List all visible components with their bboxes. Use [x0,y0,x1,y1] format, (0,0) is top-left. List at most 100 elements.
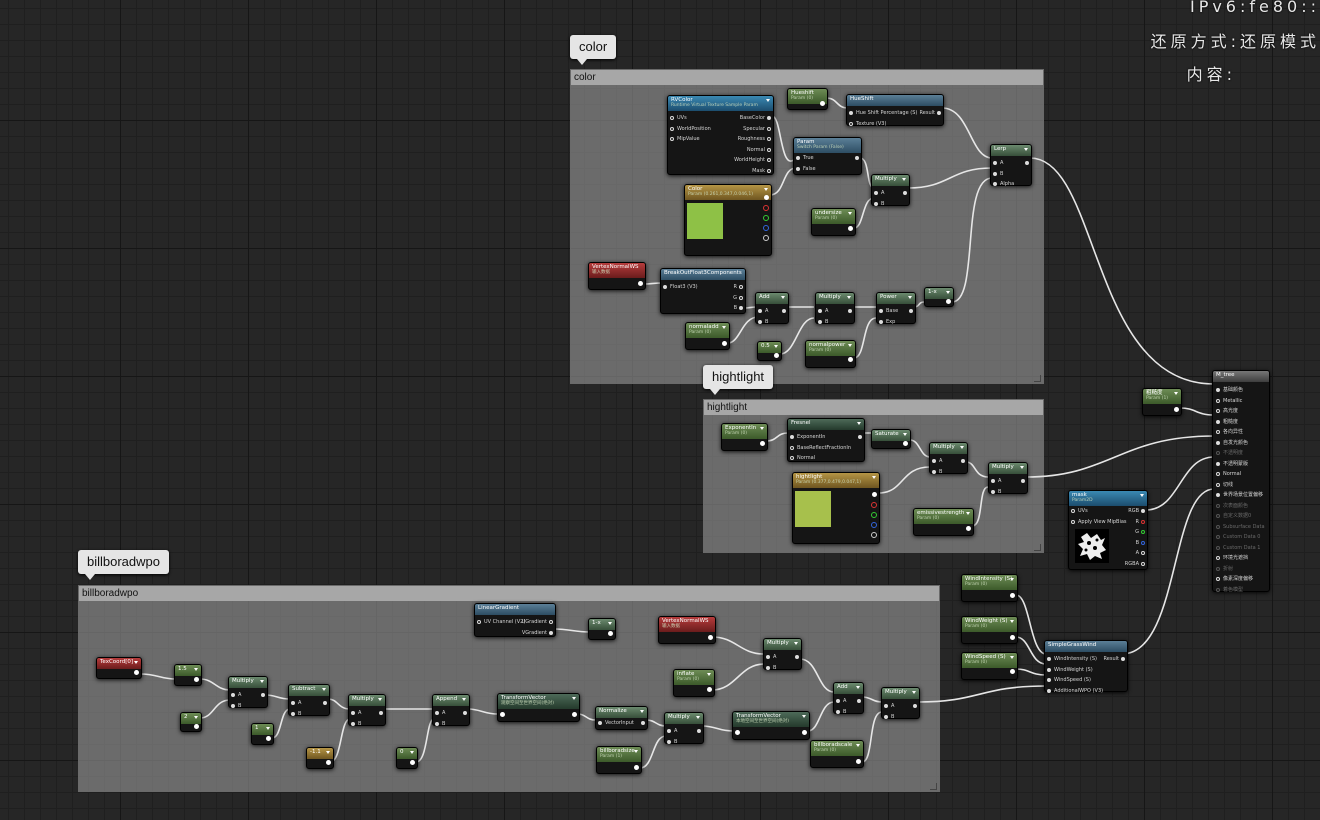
resize-grip[interactable] [1034,544,1041,551]
material-input-pin[interactable]: Subsurface Data [1213,522,1269,533]
hightlight-color-param-node[interactable]: hightlight Param (0.377,0.479,0.047,1) [792,472,880,544]
constant-node[interactable]: -1.1 [306,747,334,769]
pin-circle-icon[interactable] [1216,535,1220,539]
fresnel-node[interactable]: Fresnel ExponentIn BaseReflectFractionIn… [787,418,865,462]
resize-grip[interactable] [930,783,937,790]
chevron-down-icon[interactable] [946,291,950,294]
pin-circle-icon[interactable] [1216,472,1220,476]
constant-node[interactable]: 0.5 [757,341,782,361]
transformvector-node[interactable]: TransformVector 本地空间至世界空间(绝对) [732,711,810,740]
chevron-down-icon[interactable] [903,433,907,436]
chevron-down-icon[interactable] [794,642,798,645]
multiply-node[interactable]: Multiply AB [988,462,1028,495]
chevron-down-icon[interactable] [1010,620,1014,623]
chevron-down-icon[interactable] [872,476,876,479]
material-input-pin[interactable]: Custom Data 0 [1213,532,1269,543]
chevron-down-icon[interactable] [1024,148,1028,151]
add-node[interactable]: Add AB [755,292,789,325]
append-node[interactable]: Append AB [432,694,470,727]
material-input-pin[interactable]: 自发光颜色 [1213,438,1269,449]
material-input-pin[interactable]: Custom Data 1 [1213,543,1269,554]
chevron-down-icon[interactable] [707,673,711,676]
resize-grip[interactable] [1034,375,1041,382]
material-input-pin[interactable]: 粗糙度 [1213,417,1269,428]
chevron-down-icon[interactable] [1140,494,1144,497]
pin-circle-icon[interactable] [1216,398,1220,403]
chevron-down-icon[interactable] [960,446,964,449]
chevron-down-icon[interactable] [722,326,726,329]
material-input-pin[interactable]: 环境光遮挡 [1213,553,1269,564]
normalpower-param-node[interactable]: normalpower Param (0) [805,340,856,368]
material-input-pin[interactable]: 自定义数据0 [1213,511,1269,522]
chevron-down-icon[interactable] [260,680,264,683]
material-input-pin[interactable]: 高光度 [1213,406,1269,417]
chevron-down-icon[interactable] [781,296,785,299]
material-input-pin[interactable]: 像素深度偏移 [1213,574,1269,585]
chevron-down-icon[interactable] [378,698,382,701]
multiply-node[interactable]: Multiply AB [348,694,386,727]
material-input-pin[interactable]: 各向异性 [1213,427,1269,438]
material-input-pin[interactable]: 不透明度 [1213,448,1269,459]
chevron-down-icon[interactable] [326,751,330,754]
material-input-pin[interactable]: 着色模型 [1213,585,1269,596]
constant-node[interactable]: 0 [396,747,418,769]
pin-circle-icon[interactable] [1216,388,1220,392]
lineargradient-node[interactable]: LinearGradient UV Channel (V2) UGradient … [474,603,556,637]
transformvector-node[interactable]: TransformVector 观察空间至世界空间(绝对) [497,693,580,722]
chevron-down-icon[interactable] [322,688,326,691]
comment-bubble-billboradwpo[interactable]: billboradwpo [78,550,169,580]
pin-circle-icon[interactable] [1216,545,1220,550]
material-input-pin[interactable]: 切线 [1213,480,1269,491]
comment-box-color[interactable]: color [570,69,1044,384]
chevron-down-icon[interactable] [194,668,198,671]
vertex-normal-node[interactable]: VertexNormalWS 输入数据 [658,616,716,644]
chevron-down-icon[interactable] [966,512,970,515]
pin-circle-icon[interactable] [1216,493,1220,497]
pin-circle-icon[interactable] [1216,587,1220,592]
material-input-pin[interactable]: Normal [1213,469,1269,480]
multiply-node[interactable]: Multiply AB [763,638,802,671]
pin-circle-icon[interactable] [1216,440,1220,445]
chevron-down-icon[interactable] [848,344,852,347]
chevron-down-icon[interactable] [774,345,778,348]
multiply-node[interactable]: Multiply AB [881,687,920,720]
chevron-down-icon[interactable] [764,188,768,191]
mask-texture-node[interactable]: mask Param2D UVs RGB Apply View MipBias R G… [1068,490,1148,570]
pin-circle-icon[interactable] [1216,514,1220,518]
power-node[interactable]: Power Base Exp [876,292,916,325]
constant-node[interactable]: 1 [251,723,274,745]
chevron-down-icon[interactable] [696,716,700,719]
vertex-normal-node[interactable]: VertexNormalWS 输入数据 [588,262,646,290]
pin-circle-icon[interactable] [1216,503,1220,508]
pin-circle-icon[interactable] [1216,556,1220,560]
one-minus-node[interactable]: 1-x [924,287,954,307]
material-input-pin[interactable]: 不透明蒙版 [1213,459,1269,470]
inflate-param-node[interactable]: inflate Param (0) [673,669,715,697]
undersize-param-node[interactable]: undersize Param (0) [811,208,856,236]
chevron-down-icon[interactable] [760,427,764,430]
chevron-down-icon[interactable] [857,422,861,425]
normalize-node[interactable]: Normalize VectorInput [595,706,648,730]
multiply-node[interactable]: Multiply AB [929,442,968,475]
multiply-node[interactable]: Multiply AB [228,676,268,709]
billboradsize-param-node[interactable]: billboradsize Param (1) [596,746,642,774]
chevron-down-icon[interactable] [856,686,860,689]
chevron-down-icon[interactable] [848,212,852,215]
material-input-pin[interactable]: 世界场景位置偏移 [1213,490,1269,501]
pin-circle-icon[interactable] [1216,524,1220,529]
multiply-node[interactable]: Multiply AB [815,292,855,325]
hueshift-node[interactable]: HueShift Hue Shift Percentage (S) Result … [846,94,944,127]
color-param-node[interactable]: Color Param (0.261,0.347,0.046,1) [684,184,772,256]
exponentin-param-node[interactable]: ExponentIn Param (0) [721,423,768,451]
roughness-param-node[interactable]: 粗糙度 Param (1) [1142,388,1182,416]
hueshift-param-node[interactable]: Hueshift Param (0) [787,88,828,110]
chevron-down-icon[interactable] [766,99,770,102]
material-input-pin[interactable]: Metallic [1213,396,1269,407]
saturate-node[interactable]: Saturate [871,429,911,449]
chevron-down-icon[interactable] [1020,466,1024,469]
pin-circle-icon[interactable] [1216,409,1220,413]
breakout-float3-node[interactable]: BreakOutFloat3Components Float3 (V3) R G … [660,268,746,314]
chevron-down-icon[interactable] [134,661,138,664]
multiply-node[interactable]: Multiply AB [871,174,910,207]
chevron-down-icon[interactable] [572,697,576,700]
